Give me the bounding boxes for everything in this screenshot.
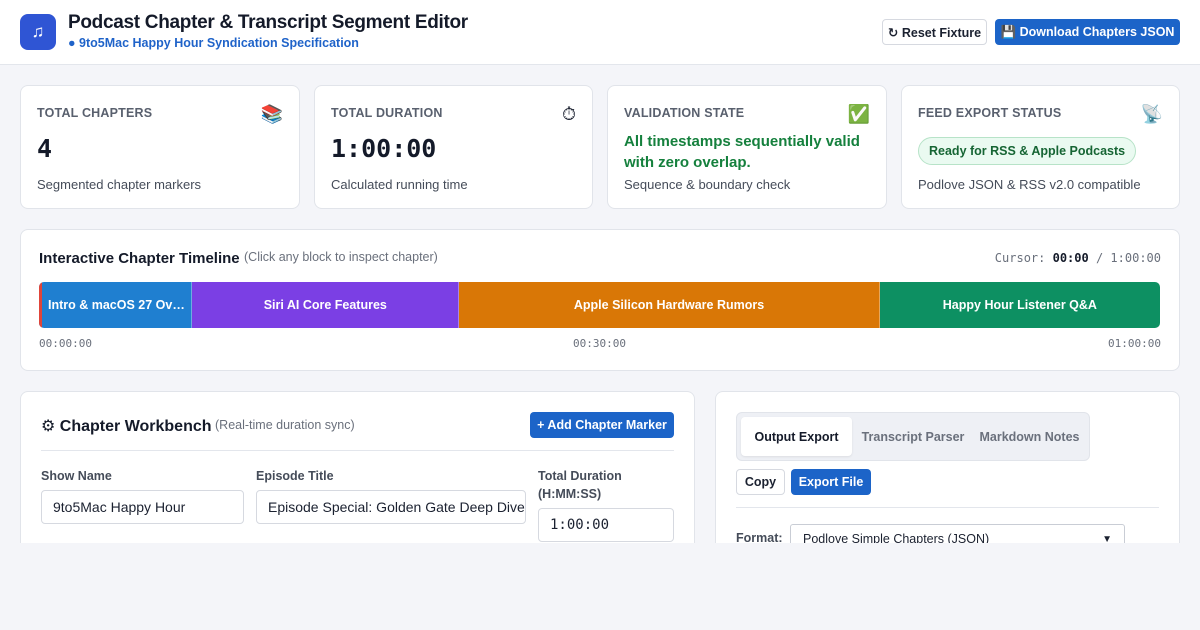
- satellite-dish-icon: 📡: [1140, 104, 1163, 124]
- timeline-tick-middle: 00:30:00: [573, 337, 626, 350]
- timeline-segment-label: Happy Hour Listener Q&A: [942, 298, 1097, 312]
- timeline-segment[interactable]: Happy Hour Listener Q&A: [879, 282, 1160, 328]
- cursor-readout: Cursor: 00:00 / 1:00:00: [995, 251, 1161, 265]
- timeline-segment-label: Siri AI Core Features: [263, 298, 387, 312]
- show-name-input[interactable]: 9to5Mac Happy Hour: [41, 490, 244, 524]
- tab-transcript-parser[interactable]: Transcript Parser: [858, 417, 968, 456]
- timeline-tick-end: 01:00:00: [1108, 337, 1161, 350]
- stopwatch-icon: ⏱: [561, 104, 576, 124]
- app-subtitle: ● 9to5Mac Happy Hour Syndication Specifi…: [68, 36, 359, 50]
- stat-card-total-duration: TOTAL DURATION ⏱ 1:00:00 Calculated runn…: [314, 85, 593, 209]
- validation-message: All timestamps sequentially valid with z…: [624, 133, 860, 171]
- cursor-value: 00:00: [1052, 251, 1089, 265]
- status-badge: Ready for RSS & Apple Podcasts: [918, 137, 1137, 165]
- export-file-button[interactable]: Export File: [791, 469, 871, 495]
- timeline-hint: (Click any block to inspect chapter): [244, 250, 438, 264]
- timeline-segment-label: Intro & macOS 27 Overview: [48, 298, 185, 312]
- reset-fixture-button[interactable]: ↻ Reset Fixture: [882, 19, 987, 45]
- app-header: ♫ Podcast Chapter & Transcript Segment E…: [0, 0, 1200, 65]
- check-mark-icon: ✅: [847, 104, 870, 124]
- timeline-segment[interactable]: Intro & macOS 27 Overview: [39, 282, 193, 328]
- timeline-segment[interactable]: Apple Silicon Hardware Rumors: [459, 282, 880, 328]
- download-chapters-json-button[interactable]: 💾 Download Chapters JSON: [995, 19, 1180, 45]
- stat-subtext: Calculated running time: [331, 177, 468, 192]
- divider: [736, 507, 1159, 508]
- episode-title-label: Episode Title: [256, 469, 334, 483]
- stat-value: 1:00:00: [331, 134, 437, 163]
- timeline-tick-start: 00:00:00: [39, 337, 92, 350]
- workbench-title: ⚙ Chapter Workbench: [41, 418, 212, 435]
- music-note-icon: ♫: [20, 14, 56, 50]
- stat-card-feed-export-status: FEED EXPORT STATUS 📡 Ready for RSS & App…: [901, 85, 1180, 209]
- stat-label: VALIDATION STATE: [624, 106, 745, 120]
- tab-output-export[interactable]: Output Export: [741, 417, 852, 456]
- total-duration-input[interactable]: 1:00:00: [538, 508, 674, 542]
- stat-subtext: Podlove JSON & RSS v2.0 compatible: [918, 177, 1141, 192]
- total-duration-label: Total Duration (H:MM:SS): [538, 469, 622, 501]
- timeline-bar: Intro & macOS 27 Overview Siri AI Core Fe…: [39, 282, 1160, 328]
- episode-title-input[interactable]: Episode Special: Golden Gate Deep Dive: [256, 490, 526, 524]
- timeline-segment-label: Apple Silicon Hardware Rumors: [573, 298, 765, 312]
- chapter-timeline-panel: Interactive Chapter Timeline (Click any …: [20, 229, 1180, 371]
- cursor-label: Cursor:: [994, 251, 1046, 265]
- show-name-label: Show Name: [41, 469, 112, 483]
- copy-button[interactable]: Copy: [736, 469, 785, 495]
- app-title: Podcast Chapter & Transcript Segment Edi…: [68, 12, 468, 33]
- workbench-hint: (Real-time duration sync): [215, 418, 355, 432]
- timeline-segment[interactable]: Siri AI Core Features: [192, 282, 460, 328]
- add-chapter-marker-button[interactable]: + Add Chapter Marker: [530, 412, 674, 438]
- divider: [41, 450, 674, 451]
- stat-subtext: Segmented chapter markers: [37, 177, 202, 192]
- stat-label: TOTAL DURATION: [331, 106, 443, 120]
- stat-card-validation-state: VALIDATION STATE ✅ All timestamps sequen…: [607, 85, 887, 209]
- books-icon: 📚: [260, 104, 283, 124]
- tab-markdown-notes[interactable]: Markdown Notes: [974, 417, 1085, 456]
- stat-card-total-chapters: TOTAL CHAPTERS 📚 4 Segmented chapter mar…: [20, 85, 300, 209]
- stat-subtext: Sequence & boundary check: [624, 177, 791, 192]
- stat-value: 4: [37, 134, 53, 163]
- timeline-title: Interactive Chapter Timeline: [39, 250, 240, 267]
- stat-label: TOTAL CHAPTERS: [37, 106, 153, 120]
- stat-label: FEED EXPORT STATUS: [918, 106, 1062, 120]
- page-bottom-area: [0, 543, 1200, 630]
- export-tab-bar: Output Export Transcript Parser Markdown…: [736, 412, 1090, 461]
- cursor-total: / 1:00:00: [1095, 251, 1161, 265]
